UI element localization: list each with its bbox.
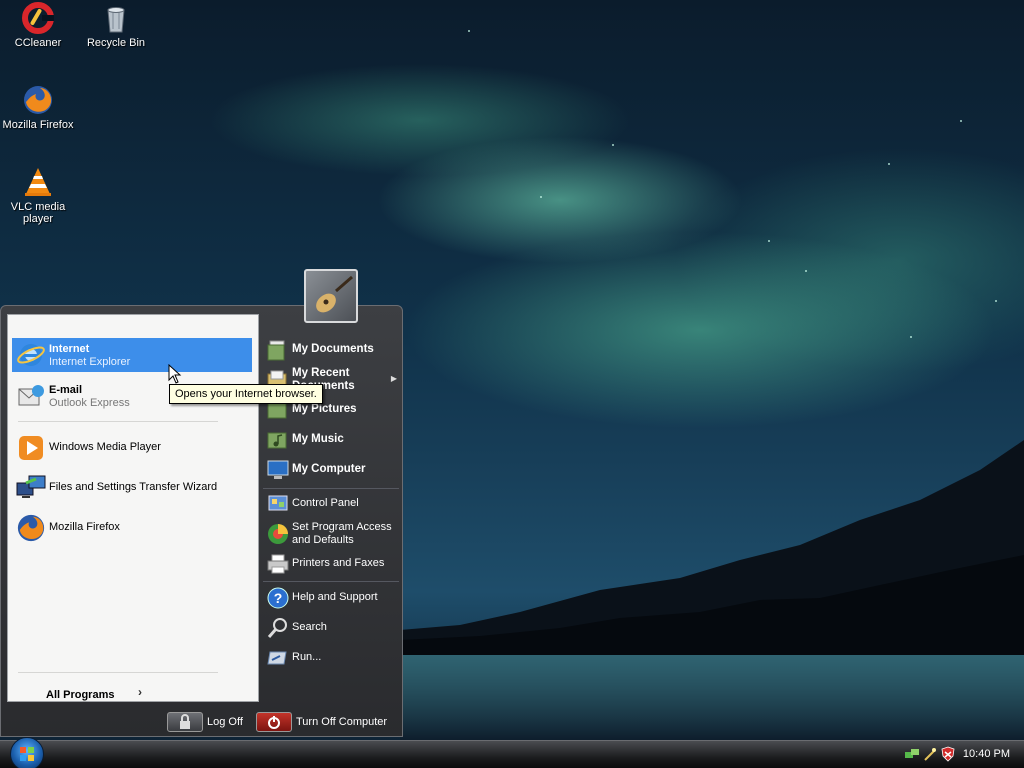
start-item-title: Windows Media Player <box>49 441 161 453</box>
start-item-my-documents[interactable]: My Documents <box>264 336 400 364</box>
program-access-icon <box>268 524 288 544</box>
user-avatar[interactable] <box>304 269 358 323</box>
right-item-label: Control Panel <box>292 497 359 509</box>
start-item-printers-faxes[interactable]: Printers and Faxes <box>264 550 400 578</box>
start-item-run[interactable]: Run... <box>264 644 400 672</box>
desktop-icon-label: Recycle Bin <box>86 37 146 49</box>
windows-logo-icon <box>20 747 34 761</box>
desktop-icon-label: VLC media player <box>10 201 66 225</box>
start-item-my-music[interactable]: My Music <box>264 426 400 454</box>
desktop-icon-recycle-bin[interactable]: Recycle Bin <box>78 2 154 49</box>
start-button[interactable] <box>10 737 44 768</box>
desktop-icon-label: CCleaner <box>14 37 62 49</box>
vlc-icon <box>25 168 51 196</box>
right-item-label: My Pictures <box>292 403 357 415</box>
start-item-set-program-access[interactable]: Set Program Access and Defaults <box>264 520 400 550</box>
mouse-cursor-icon <box>168 364 182 384</box>
recycle-bin-icon <box>107 7 125 33</box>
help-icon: ? <box>267 587 289 609</box>
separator <box>263 581 399 582</box>
power-icon <box>256 712 292 732</box>
transfer-wizard-icon <box>16 475 46 498</box>
start-item-control-panel[interactable]: Control Panel <box>264 490 400 518</box>
all-programs-button[interactable]: All Programs <box>46 689 114 701</box>
start-item-internet[interactable]: Internet Internet Explorer <box>12 338 252 372</box>
desktop-icon-firefox[interactable]: Mozilla Firefox <box>0 84 76 131</box>
start-item-title: Internet <box>49 343 90 355</box>
start-item-my-computer[interactable]: My Computer <box>264 456 400 484</box>
start-item-windows-media-player[interactable]: Windows Media Player <box>12 431 252 465</box>
start-menu-bottom-bar: Log Off Turn Off Computer <box>1 706 404 736</box>
right-item-label: Search <box>292 621 327 633</box>
separator <box>18 421 218 422</box>
outlook-express-icon <box>18 385 44 406</box>
desktop-icon-vlc[interactable]: VLC media player <box>0 166 76 225</box>
clock[interactable]: 10:40 PM <box>963 748 1010 760</box>
control-panel-icon <box>268 495 288 511</box>
internet-explorer-icon <box>17 344 45 366</box>
start-item-title: Files and Settings Transfer Wizard <box>49 481 218 493</box>
separator <box>18 672 218 673</box>
start-menu-left-pane: Internet Internet Explorer E-mail Outloo… <box>7 314 259 702</box>
security-shield-icon[interactable] <box>940 746 956 762</box>
computer-icon <box>267 460 289 479</box>
lock-icon <box>167 712 203 732</box>
right-item-label: Set Program Access and Defaults <box>292 521 392 546</box>
log-off-label: Log Off <box>207 716 243 728</box>
start-item-title: E-mail <box>49 384 83 396</box>
svg-text:?: ? <box>274 590 283 606</box>
start-item-help-support[interactable]: ? Help and Support <box>264 584 400 612</box>
desktop-icon-label: Mozilla Firefox <box>2 119 74 131</box>
start-item-search[interactable]: Search <box>264 614 400 642</box>
right-item-label: My Computer <box>292 463 366 475</box>
right-item-label: My Documents <box>292 343 374 355</box>
ccleaner-icon <box>22 2 54 34</box>
start-item-title: Mozilla Firefox <box>49 521 120 533</box>
tooltip: Opens your Internet browser. <box>169 384 323 404</box>
firefox-icon <box>24 86 52 114</box>
start-item-transfer-wizard[interactable]: Files and Settings Transfer Wizard <box>12 471 252 505</box>
network-icon[interactable] <box>904 746 920 762</box>
printer-icon <box>267 554 289 574</box>
submenu-arrow-icon: ▶ <box>390 374 397 383</box>
desktop-icon-ccleaner[interactable]: CCleaner <box>0 2 76 49</box>
right-item-label: Run... <box>292 651 322 663</box>
firefox-icon <box>17 514 45 542</box>
system-tray: 10:40 PM <box>902 741 1024 768</box>
separator <box>263 488 399 489</box>
start-item-firefox[interactable]: Mozilla Firefox <box>12 511 252 545</box>
start-item-subtitle: Internet Explorer <box>49 356 131 368</box>
documents-folder-icon <box>267 340 285 361</box>
start-menu: Internet Internet Explorer E-mail Outloo… <box>0 305 403 737</box>
windows-media-player-icon <box>19 436 43 460</box>
right-item-label: Printers and Faxes <box>292 557 385 569</box>
taskbar: 10:40 PM <box>0 737 1024 768</box>
music-folder-icon <box>267 432 287 449</box>
run-icon <box>267 651 287 665</box>
start-menu-right-pane: My Documents My Recent Documents ▶ My Pi… <box>261 314 401 702</box>
search-icon <box>267 618 287 638</box>
right-item-label: Help and Support <box>292 591 378 603</box>
chevron-right-icon: › <box>138 685 142 699</box>
turn-off-label: Turn Off Computer <box>296 716 388 728</box>
guitar-icon <box>316 275 353 313</box>
start-item-subtitle: Outlook Express <box>49 397 130 409</box>
magic-wand-icon[interactable] <box>922 746 938 762</box>
right-item-label: My Music <box>292 433 344 445</box>
